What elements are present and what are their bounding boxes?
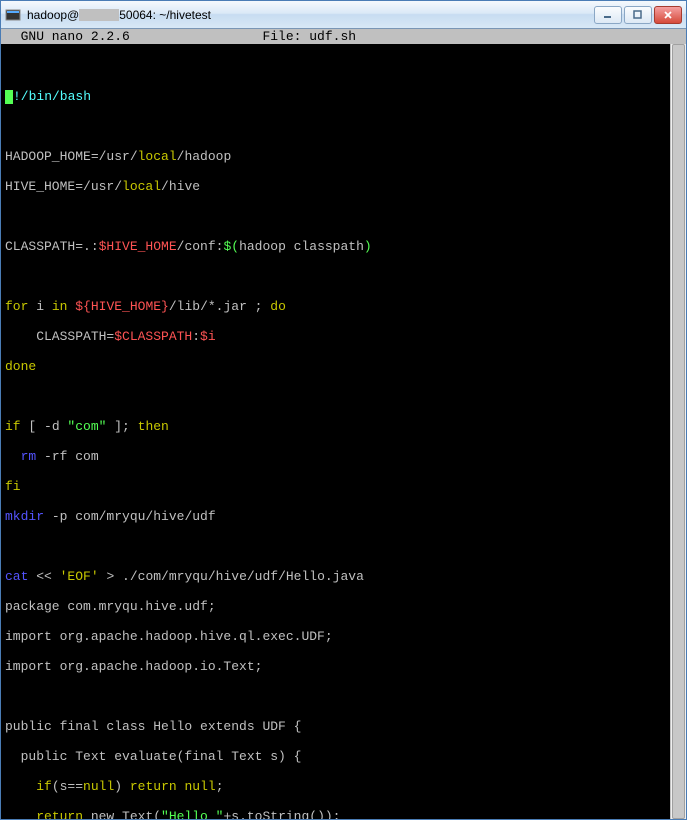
code-line: mkdir -p com/mryqu/hive/udf (5, 509, 682, 524)
title-user: hadoop@ (27, 8, 79, 22)
nano-header-spacer (130, 29, 263, 44)
title-path: 50064: ~/hivetest (119, 8, 211, 22)
code-line: CLASSPATH=.:$HIVE_HOME/conf:$(hadoop cla… (5, 239, 682, 254)
close-button[interactable] (654, 6, 682, 24)
window-title: hadoop@ 50064: ~/hivetest (27, 8, 594, 22)
editor-content[interactable]: !/bin/bash HADOOP_HOME=/usr/local/hadoop… (1, 44, 686, 819)
code-line (5, 689, 682, 704)
nano-version: GNU nano 2.2.6 (5, 29, 130, 44)
code-line: done (5, 359, 682, 374)
code-line: HADOOP_HOME=/usr/local/hadoop (5, 149, 682, 164)
code-line: rm -rf com (5, 449, 682, 464)
code-line: import org.apache.hadoop.hive.ql.exec.UD… (5, 629, 682, 644)
code-line: return new Text("Hello "+s.toString()); (5, 809, 682, 819)
terminal-window: hadoop@ 50064: ~/hivetest GNU nano 2.2.6 … (0, 0, 687, 820)
terminal-body[interactable]: GNU nano 2.2.6 File: udf.sh !/bin/bash H… (1, 29, 686, 819)
code-line: HIVE_HOME=/usr/local/hive (5, 179, 682, 194)
code-line (5, 539, 682, 554)
code-line: import org.apache.hadoop.io.Text; (5, 659, 682, 674)
code-line (5, 269, 682, 284)
code-line (5, 119, 682, 134)
nano-file: File: udf.sh (262, 29, 356, 44)
cursor-block (5, 90, 13, 104)
code-line: public Text evaluate(final Text s) { (5, 749, 682, 764)
code-line (5, 209, 682, 224)
shebang: !/bin/bash (13, 89, 91, 104)
code-line: CLASSPATH=$CLASSPATH:$i (5, 329, 682, 344)
nano-header: GNU nano 2.2.6 File: udf.sh (1, 29, 686, 44)
code-line: public final class Hello extends UDF { (5, 719, 682, 734)
maximize-button[interactable] (624, 6, 652, 24)
code-line: fi (5, 479, 682, 494)
vertical-scrollbar[interactable] (670, 44, 686, 819)
title-hidden-host (79, 9, 119, 21)
code-line: if(s==null) return null; (5, 779, 682, 794)
code-line: for i in ${HIVE_HOME}/lib/*.jar ; do (5, 299, 682, 314)
window-controls (594, 6, 682, 24)
code-line: package com.mryqu.hive.udf; (5, 599, 682, 614)
scrollbar-thumb[interactable] (672, 44, 685, 819)
code-line: cat << 'EOF' > ./com/mryqu/hive/udf/Hell… (5, 569, 682, 584)
code-line: !/bin/bash (5, 89, 682, 104)
minimize-button[interactable] (594, 6, 622, 24)
app-icon (5, 7, 21, 23)
window-titlebar[interactable]: hadoop@ 50064: ~/hivetest (1, 1, 686, 29)
code-line (5, 389, 682, 404)
code-line (5, 59, 682, 74)
code-line: if [ -d "com" ]; then (5, 419, 682, 434)
